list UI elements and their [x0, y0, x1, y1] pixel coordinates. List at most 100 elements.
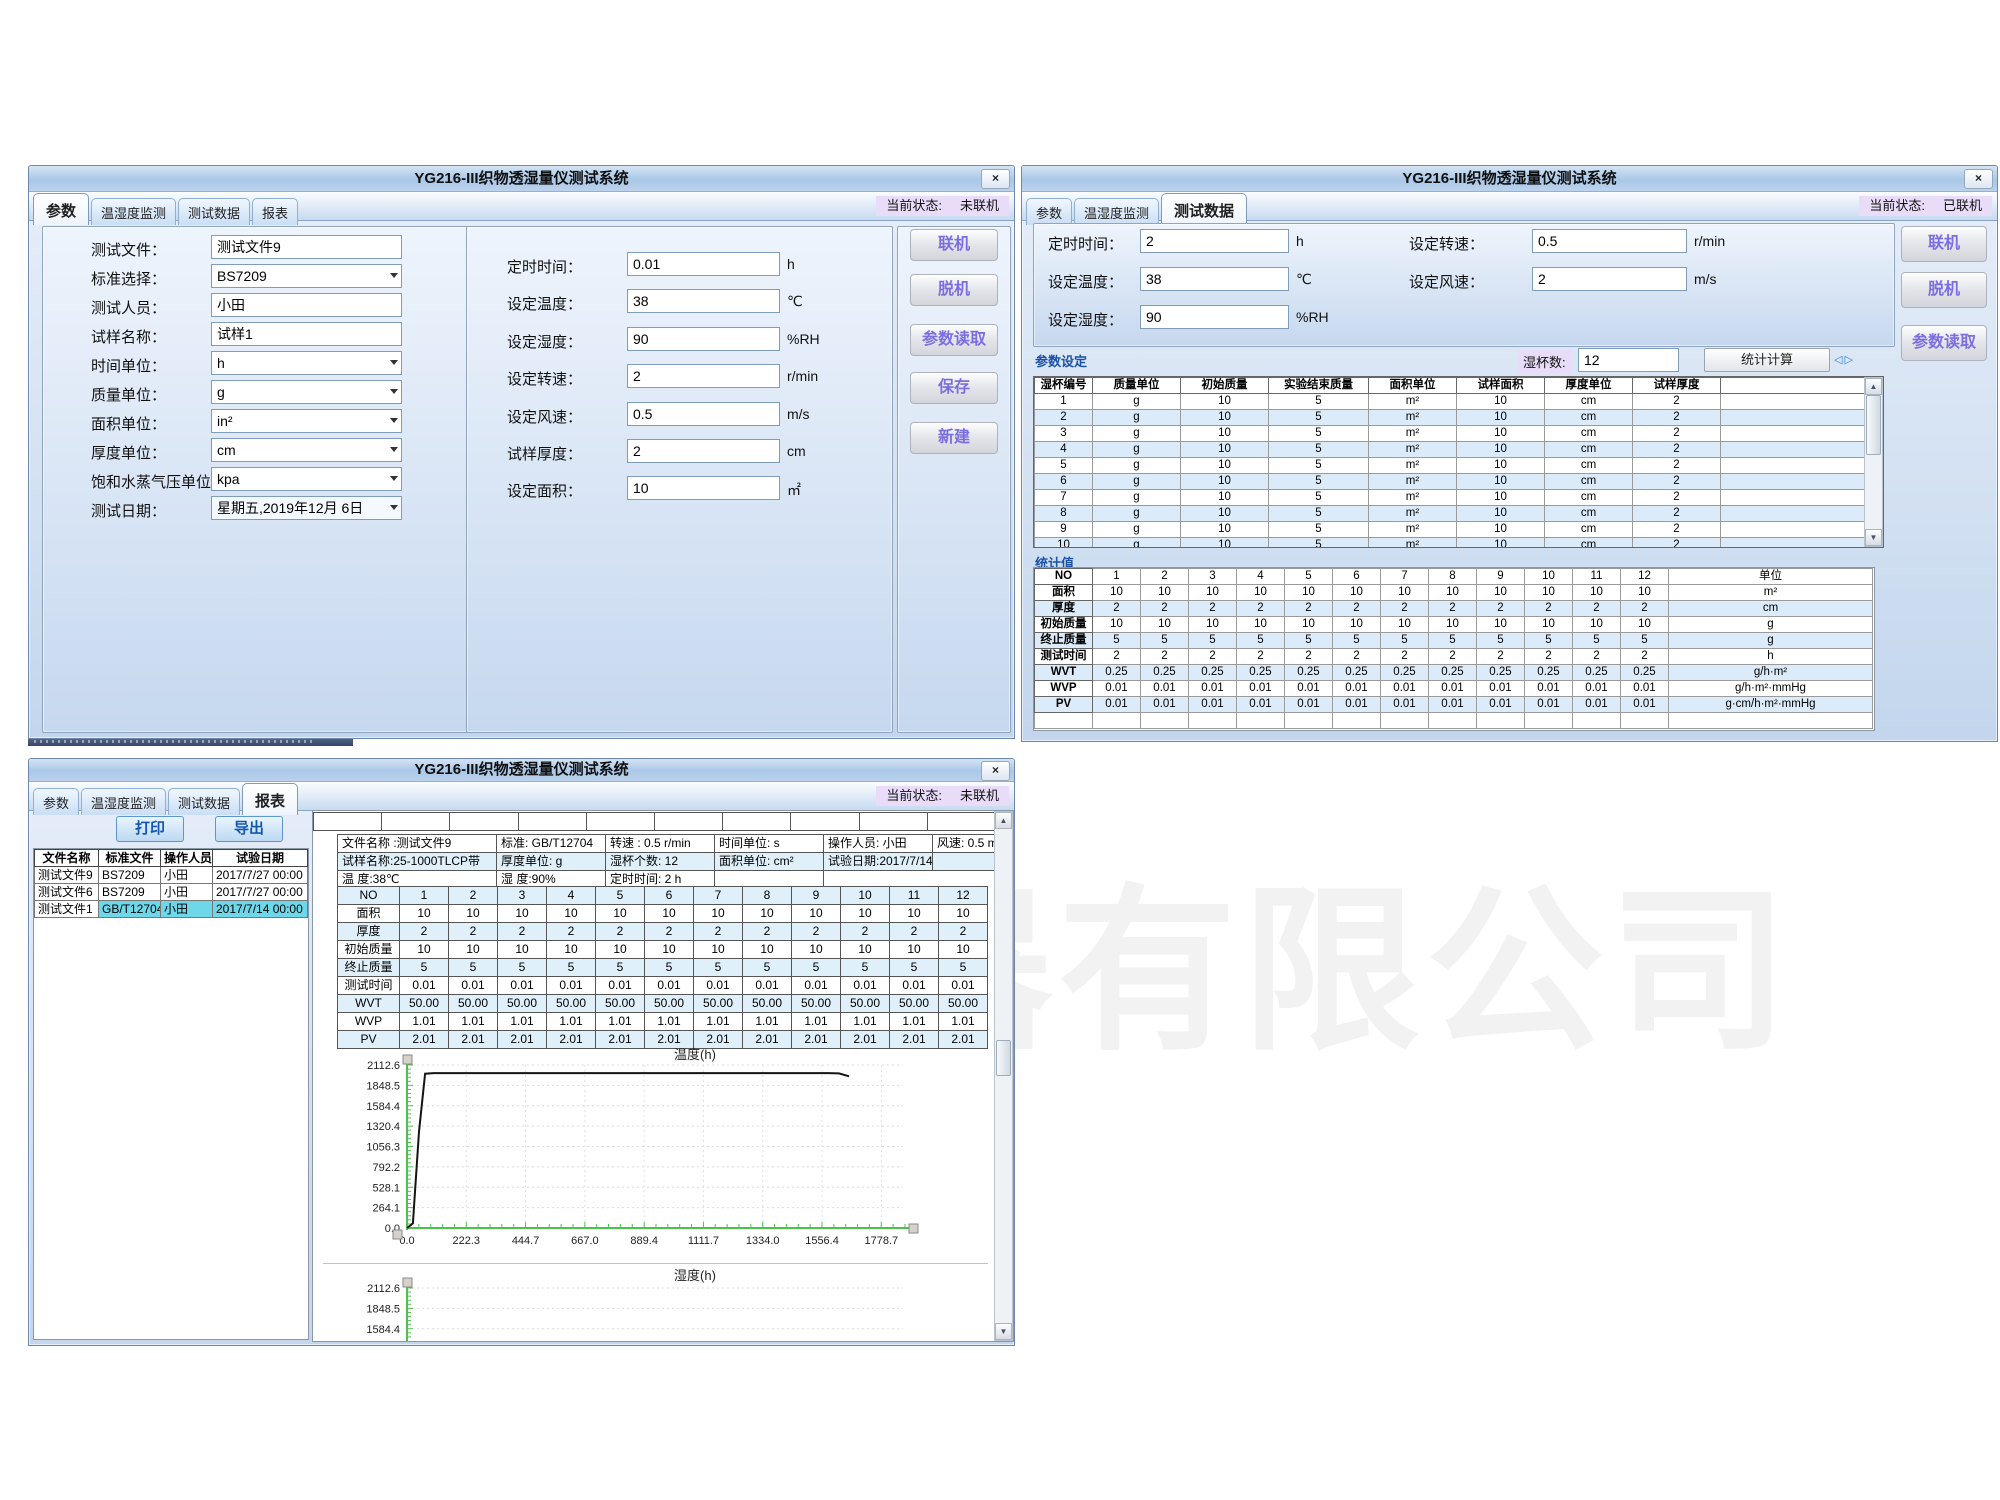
scroll-up-icon[interactable]: ▲ — [1865, 378, 1882, 395]
param-input[interactable]: kpa — [211, 467, 402, 491]
param-input[interactable]: BS7209 — [211, 264, 402, 288]
param-input[interactable]: 小田 — [211, 293, 402, 317]
save-button[interactable]: 保存 — [910, 372, 998, 404]
param-input[interactable]: in² — [211, 409, 402, 433]
param-input[interactable]: cm — [211, 438, 402, 462]
table-cell: 5 — [1477, 633, 1525, 649]
connect-button[interactable]: 联机 — [910, 229, 998, 261]
table-cell: 5 — [1237, 633, 1285, 649]
status-value: 未联机 — [960, 788, 999, 803]
pager-right-icon[interactable]: ▷ — [1844, 354, 1854, 366]
table-cell: 1.01 — [498, 1013, 547, 1031]
grid-cell — [791, 813, 859, 831]
param-input[interactable]: h — [211, 351, 402, 375]
chevron-down-icon[interactable] — [390, 273, 398, 278]
row-header: WVT — [1035, 665, 1093, 681]
setpoint-input[interactable]: 38 — [627, 289, 780, 313]
table-cell: 10 — [645, 941, 694, 959]
scroll-thumb[interactable] — [1866, 395, 1881, 455]
connect-button[interactable]: 联机 — [1901, 226, 1987, 262]
unit-cell: g/h·m² — [1669, 665, 1873, 681]
table-cell: 10 — [743, 941, 792, 959]
close-icon[interactable]: × — [1964, 169, 1993, 189]
file-row[interactable]: 测试文件9BS7209小田2017/7/27 00:00 — [35, 867, 308, 884]
read-params-button[interactable]: 参数读取 — [910, 324, 998, 356]
file-row[interactable]: 测试文件6BS7209小田2017/7/27 00:00 — [35, 884, 308, 901]
chevron-down-icon[interactable] — [390, 505, 398, 510]
series-line — [407, 1073, 849, 1228]
table-cell: 0.01 — [743, 977, 792, 995]
table-cell: 0.25 — [1141, 665, 1189, 681]
chevron-down-icon[interactable] — [390, 389, 398, 394]
chevron-down-icon[interactable] — [390, 447, 398, 452]
table-cell: 5 — [792, 959, 841, 977]
table-cell: 3 — [1035, 426, 1093, 442]
table-cell: 5 — [890, 959, 939, 977]
table-cell: 10 — [939, 941, 988, 959]
disconnect-button[interactable]: 脱机 — [1901, 272, 1987, 308]
info-row: 试样名称:25-1000TLCP带厚度单位: g湿杯个数: 12面积单位: cm… — [338, 853, 1015, 871]
titlebar[interactable]: YG216-III织物透湿量仪测试系统 × — [1022, 166, 1997, 192]
table-cell: 2 — [1093, 649, 1141, 665]
report-data-row: 测试时间0.010.010.010.010.010.010.010.010.01… — [338, 977, 988, 995]
table-cell: 3 — [498, 887, 547, 905]
form-row: 时间单位：h — [43, 351, 471, 377]
setpoint-input[interactable]: 90 — [627, 327, 780, 351]
file-row[interactable]: 测试文件1GB/T12704小田2017/7/14 00:00 — [35, 901, 308, 918]
report-data-table: NO123456789101112面积101010101010101010101… — [337, 886, 988, 1049]
print-button[interactable]: 打印 — [116, 816, 184, 842]
table-cell: 10 — [596, 905, 645, 923]
scroll-down-icon[interactable]: ▼ — [995, 1323, 1012, 1340]
chevron-down-icon[interactable] — [390, 476, 398, 481]
scroll-down-icon[interactable]: ▼ — [1865, 529, 1882, 546]
titlebar[interactable]: YG216-III织物透湿量仪测试系统 × — [29, 166, 1014, 192]
table-cell: 0.01 — [1381, 697, 1429, 713]
chevron-down-icon[interactable] — [390, 418, 398, 423]
param-input[interactable]: 试样1 — [211, 322, 402, 346]
titlebar[interactable]: YG216-III织物透湿量仪测试系统 × — [29, 759, 1014, 782]
setpoint-input[interactable]: 10 — [627, 476, 780, 500]
param-input[interactable]: 测试文件9 — [211, 235, 402, 259]
status-value: 已联机 — [1943, 198, 1982, 213]
table-cell: 10 — [694, 941, 743, 959]
unit-cell: g — [1669, 633, 1873, 649]
pager-left-icon[interactable]: ◁ — [1834, 354, 1844, 366]
pager-arrows[interactable]: ◁▷ — [1834, 353, 1855, 366]
setpoint-input[interactable]: 0.5 — [627, 402, 780, 426]
table-cell: 7 — [1381, 569, 1429, 585]
setpoint-input[interactable]: 0.01 — [627, 252, 780, 276]
new-button[interactable]: 新建 — [910, 422, 998, 454]
table-row: 9g105m²10cm2 — [1035, 522, 1867, 538]
axis-handle-icon — [403, 1055, 412, 1064]
table-cell: 3 — [1189, 569, 1237, 585]
table-cell: 50.00 — [449, 995, 498, 1013]
row-header: 终止质量 — [1035, 633, 1093, 649]
setpoint-input[interactable]: 2 — [1532, 267, 1687, 291]
scroll-thumb[interactable] — [996, 1040, 1011, 1076]
param-input[interactable]: 星期五,2019年12月 6日 — [211, 496, 402, 520]
scroll-up-icon[interactable]: ▲ — [995, 812, 1012, 829]
cup-count-input[interactable]: 12 — [1578, 348, 1679, 372]
setpoint-input[interactable]: 90 — [1140, 305, 1289, 329]
param-table-scrollbar[interactable]: ▲▼ — [1864, 377, 1883, 547]
close-icon[interactable]: × — [981, 761, 1010, 781]
chevron-down-icon[interactable] — [390, 360, 398, 365]
field-label: 设定湿度： — [507, 331, 582, 352]
setpoint-input[interactable]: 2 — [627, 439, 780, 463]
close-icon[interactable]: × — [981, 169, 1010, 189]
table-cell: 1.01 — [547, 1013, 596, 1031]
stat-calc-button[interactable]: 统计计算 — [1704, 348, 1830, 372]
column-header: 标准文件 — [99, 850, 161, 867]
table-cell: 10 — [1621, 585, 1669, 601]
table-cell: 10 — [1457, 410, 1545, 426]
report-scrollbar[interactable]: ▲ ▼ — [994, 811, 1013, 1341]
read-params-button[interactable]: 参数读取 — [1901, 325, 1987, 361]
table-cell: 2.01 — [743, 1031, 792, 1049]
table-cell: 2 — [1035, 410, 1093, 426]
unit-label: r/min — [787, 368, 818, 384]
export-button[interactable]: 导出 — [215, 816, 283, 842]
param-input[interactable]: g — [211, 380, 402, 404]
disconnect-button[interactable]: 脱机 — [910, 274, 998, 306]
setpoint-input[interactable]: 2 — [627, 364, 780, 388]
setpoint-input[interactable]: 0.5 — [1532, 229, 1687, 253]
